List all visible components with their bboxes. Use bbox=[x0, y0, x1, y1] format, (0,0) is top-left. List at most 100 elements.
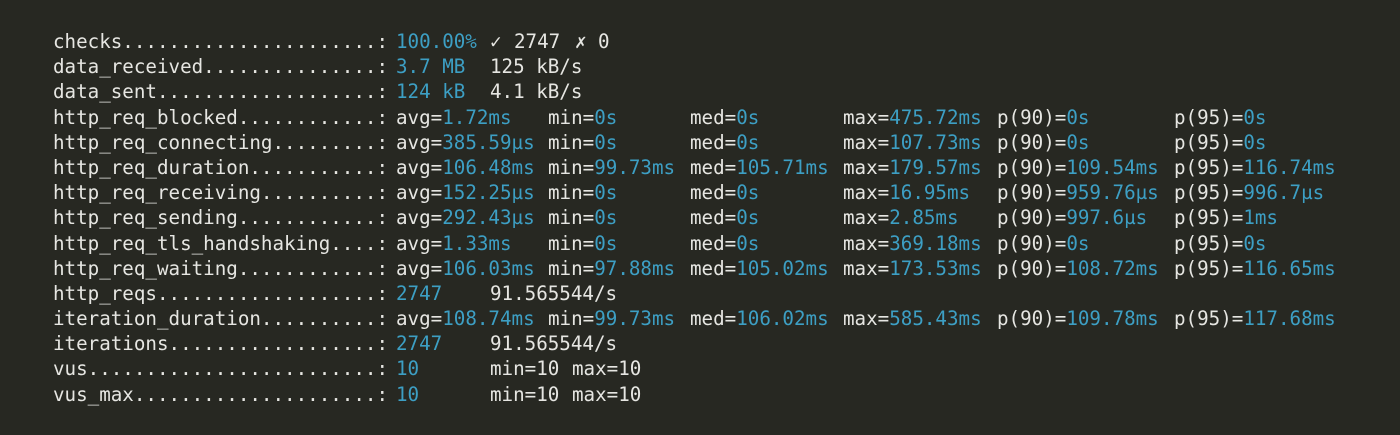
iterations-count: 2747 bbox=[396, 332, 443, 356]
stat-min: min=97.88ms bbox=[548, 256, 676, 280]
stat-p90: p(90)=959.76µs bbox=[997, 181, 1159, 205]
stat-max: max=179.57ms bbox=[843, 155, 982, 179]
http-reqs-count: 2747 bbox=[396, 281, 443, 305]
stat-med-value: 105.02ms bbox=[736, 256, 829, 280]
metric-name: http_req_sending............: bbox=[53, 206, 389, 230]
http-reqs-rate: 91.565544/s bbox=[490, 281, 618, 305]
stat-p90: p(90)=108.72ms bbox=[997, 256, 1159, 280]
metric-name: vus_max.....................: bbox=[53, 382, 389, 406]
stat-avg: avg=385.59µs bbox=[396, 130, 535, 154]
stat-p95-value: 0s bbox=[1243, 130, 1267, 154]
stat-p95: p(95)=1ms bbox=[1174, 206, 1278, 230]
stat-p95: p(95)=0s bbox=[1174, 130, 1267, 154]
vus-min-value: 10 bbox=[536, 357, 560, 381]
stat-min-value: 99.73ms bbox=[594, 155, 676, 179]
metric-row-vus-max: vus_max.....................: 10 min=10 … bbox=[0, 382, 1400, 407]
stat-avg-value: 106.48ms bbox=[442, 155, 535, 179]
stat-p95: p(95)=996.7µs bbox=[1174, 181, 1325, 205]
stat-p90: p(90)=0s bbox=[997, 130, 1090, 154]
data-received-total: 3.7 MB bbox=[396, 55, 466, 79]
data-received-rate: 125 kB/s bbox=[490, 55, 583, 79]
stat-avg-value: 152.25µs bbox=[442, 181, 535, 205]
stat-max-value: 173.53ms bbox=[889, 256, 982, 280]
stat-max-value: 369.18ms bbox=[889, 231, 982, 255]
stat-p90: p(90)=109.54ms bbox=[997, 155, 1159, 179]
stat-p90: p(90)=109.78ms bbox=[997, 307, 1159, 331]
metric-name: http_reqs...................: bbox=[53, 281, 389, 305]
stat-med-value: 0s bbox=[736, 105, 760, 129]
stat-avg-value: 292.43µs bbox=[442, 206, 535, 230]
stat-p95-value: 0s bbox=[1243, 105, 1267, 129]
stat-max-value: 107.73ms bbox=[889, 130, 982, 154]
stat-max: max=585.43ms bbox=[843, 307, 982, 331]
vus-min: min=10 bbox=[490, 357, 560, 381]
stat-min: min=0s bbox=[548, 181, 618, 205]
metric-name: data_received...............: bbox=[53, 55, 389, 79]
metric-name: http_req_connecting.........: bbox=[53, 130, 389, 154]
metric-name: checks......................: bbox=[53, 30, 389, 53]
vus-max-max: max=10 bbox=[572, 382, 642, 406]
stat-p90-value: 0s bbox=[1066, 105, 1090, 129]
stat-min: min=99.73ms bbox=[548, 307, 676, 331]
metric-name: data_sent...................: bbox=[53, 80, 389, 104]
stat-min: min=0s bbox=[548, 231, 618, 255]
stat-max-value: 2.85ms bbox=[889, 206, 959, 230]
vus-max-min: min=10 bbox=[490, 382, 560, 406]
metric-row-http-req-sending: http_req_sending............: avg=292.43… bbox=[0, 205, 1400, 230]
metric-row-http-req-connecting: http_req_connecting.........: avg=385.59… bbox=[0, 130, 1400, 155]
checks-passes: 2747 bbox=[514, 30, 561, 53]
stat-p95-value: 996.7µs bbox=[1243, 181, 1325, 205]
metric-name: http_req_duration...........: bbox=[53, 155, 389, 179]
stat-min: min=0s bbox=[548, 206, 618, 230]
stat-p95: p(95)=116.74ms bbox=[1174, 155, 1336, 179]
stat-min: min=0s bbox=[548, 130, 618, 154]
stat-med-value: 0s bbox=[736, 206, 760, 230]
stat-min-value: 99.73ms bbox=[594, 307, 676, 331]
stat-p90: p(90)=0s bbox=[997, 105, 1090, 129]
check-pass-icon: ✓ bbox=[490, 30, 502, 53]
stat-avg-value: 385.59µs bbox=[442, 130, 535, 154]
checks-fails: 0 bbox=[598, 30, 610, 53]
metric-name: vus.........................: bbox=[53, 357, 389, 381]
metric-row-http-req-blocked: http_req_blocked............: avg=1.72ms… bbox=[0, 105, 1400, 130]
stat-avg: avg=292.43µs bbox=[396, 206, 535, 230]
stat-avg: avg=106.03ms bbox=[396, 256, 535, 280]
stat-avg: avg=106.48ms bbox=[396, 155, 535, 179]
stat-p95-value: 117.68ms bbox=[1243, 307, 1336, 331]
stat-med-value: 105.71ms bbox=[736, 155, 829, 179]
iterations-rate: 91.565544/s bbox=[490, 332, 618, 356]
metric-row-http-req-tls-handshaking: http_req_tls_handshaking....: avg=1.33ms… bbox=[0, 231, 1400, 256]
stat-p90: p(90)=997.6µs bbox=[997, 206, 1148, 230]
stat-min-value: 0s bbox=[594, 130, 618, 154]
stat-avg: avg=152.25µs bbox=[396, 181, 535, 205]
stat-avg-value: 1.72ms bbox=[442, 105, 512, 129]
metric-name: http_req_blocked............: bbox=[53, 105, 389, 129]
data-sent-rate: 4.1 kB/s bbox=[490, 80, 583, 104]
stat-max-value: 16.95ms bbox=[889, 181, 971, 205]
stat-p95: p(95)=0s bbox=[1174, 105, 1267, 129]
stat-p90-value: 0s bbox=[1066, 130, 1090, 154]
stat-p95: p(95)=116.65ms bbox=[1174, 256, 1336, 280]
stat-max: max=173.53ms bbox=[843, 256, 982, 280]
stat-med: med=0s bbox=[690, 130, 760, 154]
stat-med: med=0s bbox=[690, 231, 760, 255]
metric-row-iterations: iterations..................: 2747 91.56… bbox=[0, 331, 1400, 356]
vus-max: max=10 bbox=[572, 357, 642, 381]
stat-min-value: 0s bbox=[594, 206, 618, 230]
stat-max: max=16.95ms bbox=[843, 181, 971, 205]
stat-max: max=107.73ms bbox=[843, 130, 982, 154]
stat-avg-value: 106.03ms bbox=[442, 256, 535, 280]
stat-med: med=0s bbox=[690, 181, 760, 205]
stat-med: med=105.71ms bbox=[690, 155, 829, 179]
stat-min: min=0s bbox=[548, 105, 618, 129]
stat-p90-value: 108.72ms bbox=[1066, 256, 1159, 280]
stat-min: min=99.73ms bbox=[548, 155, 676, 179]
stat-p90: p(90)=0s bbox=[997, 231, 1090, 255]
metric-row-http-req-duration: http_req_duration...........: avg=106.48… bbox=[0, 155, 1400, 180]
stat-max: max=369.18ms bbox=[843, 231, 982, 255]
metric-name: iterations..................: bbox=[53, 332, 389, 356]
checks-rate: 100.00% bbox=[396, 30, 477, 53]
vus-max-value: 10 bbox=[618, 357, 642, 381]
stat-p90-value: 997.6µs bbox=[1066, 206, 1148, 230]
stat-med-value: 0s bbox=[736, 181, 760, 205]
